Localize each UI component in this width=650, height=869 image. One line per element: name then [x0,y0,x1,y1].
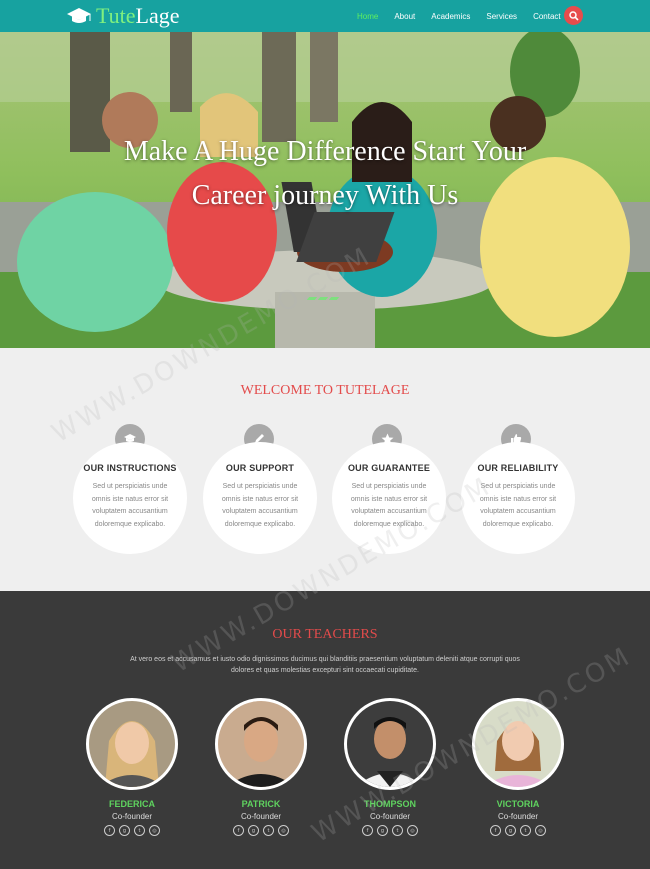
google-plus-icon[interactable]: g [119,825,130,836]
graduation-cap-icon [67,8,91,23]
teacher-name: VICTORIA [496,799,540,809]
nav-contact[interactable]: Contact [533,12,561,21]
logo-text: TuteLage [96,3,180,28]
hero-title-line-2: Career journey With Us [191,180,459,211]
social-links: f g t ◎ [458,825,578,836]
feature-title: OUR RELIABILITY [477,463,559,473]
teacher-role: Co-founder [240,812,282,821]
teacher-photo [472,698,564,790]
instagram-icon[interactable]: ◎ [535,825,546,836]
feature-card-reliability: OUR RELIABILITY Sed ut perspiciatis unde… [461,442,575,554]
hero-slider: Make A Huge Difference Start Your Career… [0,32,650,348]
hero-title-line-1: Make A Huge Difference Start Your [123,136,527,167]
feature-text: Sed ut perspiciatis unde omnis iste natu… [479,483,557,528]
nav-services[interactable]: Services [486,12,517,21]
teacher-role: Co-founder [369,812,411,821]
teacher-card-victoria: VICTORIA Co-founder f g t ◎ [458,698,578,836]
search-button[interactable] [564,6,583,25]
feature-text: Sed ut perspiciatis unde omnis iste natu… [350,483,428,528]
site-header: TuteLage Home About Academics Services C… [0,0,650,32]
facebook-icon[interactable]: f [233,825,244,836]
slider-dot[interactable] [306,297,318,300]
main-nav: Home About Academics Services Contact [357,0,577,32]
instagram-icon[interactable]: ◎ [149,825,160,836]
feature-card-support: OUR SUPPORT Sed ut perspiciatis unde omn… [203,442,317,554]
feature-text: Sed ut perspiciatis unde omnis iste natu… [91,483,169,528]
teacher-photo [215,698,307,790]
teacher-card-federica: FEDERICA Co-founder f g t ◎ [72,698,192,836]
feature-card-guarantee: OUR GUARANTEE Sed ut perspiciatis unde o… [332,442,446,554]
twitter-icon[interactable]: t [263,825,274,836]
feature-card-instructions: OUR INSTRUCTIONS Sed ut perspiciatis und… [73,442,187,554]
welcome-title: WELCOME TO TUTELAGE [240,383,410,398]
teacher-name: THOMPSON [363,799,416,809]
instagram-icon[interactable]: ◎ [407,825,418,836]
social-links: f g t ◎ [72,825,192,836]
teacher-photo [86,698,178,790]
slider-dot[interactable] [317,297,329,300]
hero-title: Make A Huge Difference Start Your Career… [0,130,650,218]
feature-title: OUR GUARANTEE [347,463,431,473]
teachers-description: At vero eos et accusamus et iusto odio d… [130,656,520,674]
google-plus-icon[interactable]: g [248,825,259,836]
teacher-role: Co-founder [497,812,539,821]
slider-dot[interactable] [328,297,340,300]
teacher-card-patrick: PATRICK Co-founder f g t ◎ [201,698,321,836]
twitter-icon[interactable]: t [520,825,531,836]
facebook-icon[interactable]: f [362,825,373,836]
teacher-name: FEDERICA [108,799,155,809]
nav-about[interactable]: About [394,12,415,21]
logo[interactable]: TuteLage [66,4,180,28]
instagram-icon[interactable]: ◎ [278,825,289,836]
facebook-icon[interactable]: f [104,825,115,836]
google-plus-icon[interactable]: g [505,825,516,836]
teacher-role: Co-founder [111,812,153,821]
teachers-title: OUR TEACHERS [272,627,378,642]
nav-home[interactable]: Home [357,12,378,21]
twitter-icon[interactable]: t [134,825,145,836]
google-plus-icon[interactable]: g [377,825,388,836]
teacher-name: PATRICK [241,799,281,809]
feature-title: OUR INSTRUCTIONS [83,463,177,473]
search-icon [568,10,579,21]
social-links: f g t ◎ [330,825,450,836]
nav-academics[interactable]: Academics [431,12,470,21]
teacher-card-thompson: THOMPSON Co-founder f g t ◎ [330,698,450,836]
slider-indicator[interactable] [306,297,340,300]
teacher-photo [344,698,436,790]
feature-text: Sed ut perspiciatis unde omnis iste natu… [221,483,299,528]
twitter-icon[interactable]: t [392,825,403,836]
feature-title: OUR SUPPORT [225,463,295,473]
facebook-icon[interactable]: f [490,825,501,836]
social-links: f g t ◎ [201,825,321,836]
